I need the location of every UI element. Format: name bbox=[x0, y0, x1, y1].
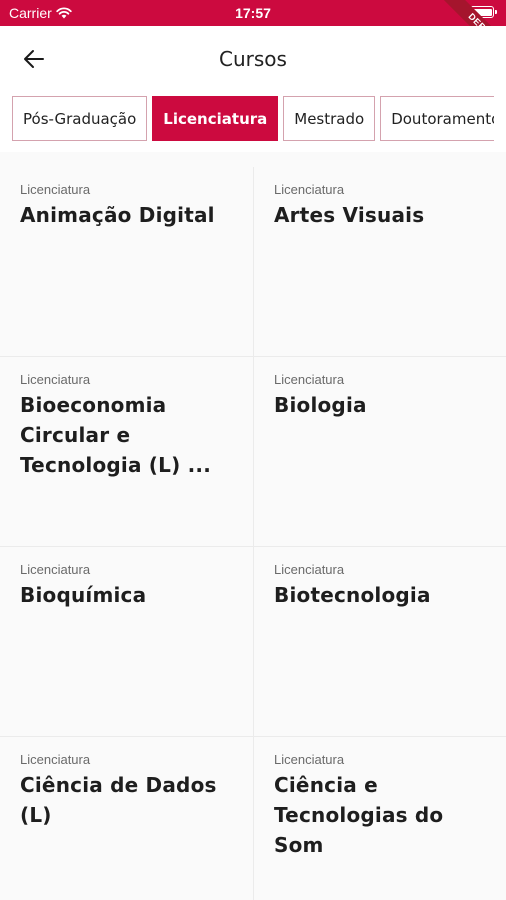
course-card-bioquimica[interactable]: Licenciatura Bioquímica bbox=[0, 547, 254, 737]
tab-mestrado[interactable]: Mestrado bbox=[283, 96, 376, 141]
course-card-biotecnologia[interactable]: Licenciatura Biotecnologia bbox=[254, 547, 506, 737]
tabs-row[interactable]: Pós-Graduação Licenciatura Mestrado Dout… bbox=[12, 96, 494, 142]
course-name: Ciência e Tecnologias do Som bbox=[274, 773, 444, 857]
status-bar: Carrier 17:57 bbox=[0, 0, 506, 26]
course-card-ciencia-de-dados[interactable]: Licenciatura Ciência de Dados (L) bbox=[0, 737, 254, 900]
course-level-tabs: Pós-Graduação Licenciatura Mestrado Dout… bbox=[0, 92, 506, 152]
course-type: Licenciatura bbox=[274, 562, 345, 577]
course-name: Bioquímica bbox=[20, 583, 147, 607]
course-type: Licenciatura bbox=[20, 562, 91, 577]
page-title: Cursos bbox=[219, 47, 287, 71]
course-type: Licenciatura bbox=[20, 752, 91, 767]
course-type: Licenciatura bbox=[20, 182, 91, 197]
course-name: Animação Digital bbox=[20, 203, 215, 227]
course-card-bioeconomia-circular[interactable]: Licenciatura Bioeconomia Circular e Tecn… bbox=[0, 357, 254, 547]
course-type: Licenciatura bbox=[274, 182, 345, 197]
course-card-ciencia-tecnologias-som[interactable]: Licenciatura Ciência e Tecnologias do So… bbox=[254, 737, 506, 900]
status-time: 17:57 bbox=[235, 5, 271, 21]
course-name: Biologia bbox=[274, 393, 367, 417]
course-type: Licenciatura bbox=[274, 372, 345, 387]
tab-pos-graduacao[interactable]: Pós-Graduação bbox=[12, 96, 148, 141]
course-card-biologia[interactable]: Licenciatura Biologia bbox=[254, 357, 506, 547]
course-name: Bioeconomia Circular e Tecnologia (L) ..… bbox=[20, 393, 211, 477]
course-card-artes-visuais[interactable]: Licenciatura Artes Visuais bbox=[254, 167, 506, 357]
course-name: Biotecnologia bbox=[274, 583, 431, 607]
course-name: Ciência de Dados (L) bbox=[20, 773, 217, 827]
tab-doutoramento[interactable]: Doutoramento bbox=[380, 96, 494, 141]
course-type: Licenciatura bbox=[274, 752, 345, 767]
tab-licenciatura[interactable]: Licenciatura bbox=[152, 96, 279, 141]
app-bar: Cursos bbox=[0, 26, 506, 92]
course-card-animacao-digital[interactable]: Licenciatura Animação Digital bbox=[0, 167, 254, 357]
course-name: Artes Visuais bbox=[274, 203, 425, 227]
course-type: Licenciatura bbox=[20, 372, 91, 387]
course-grid: Licenciatura Animação Digital Licenciatu… bbox=[0, 167, 506, 900]
